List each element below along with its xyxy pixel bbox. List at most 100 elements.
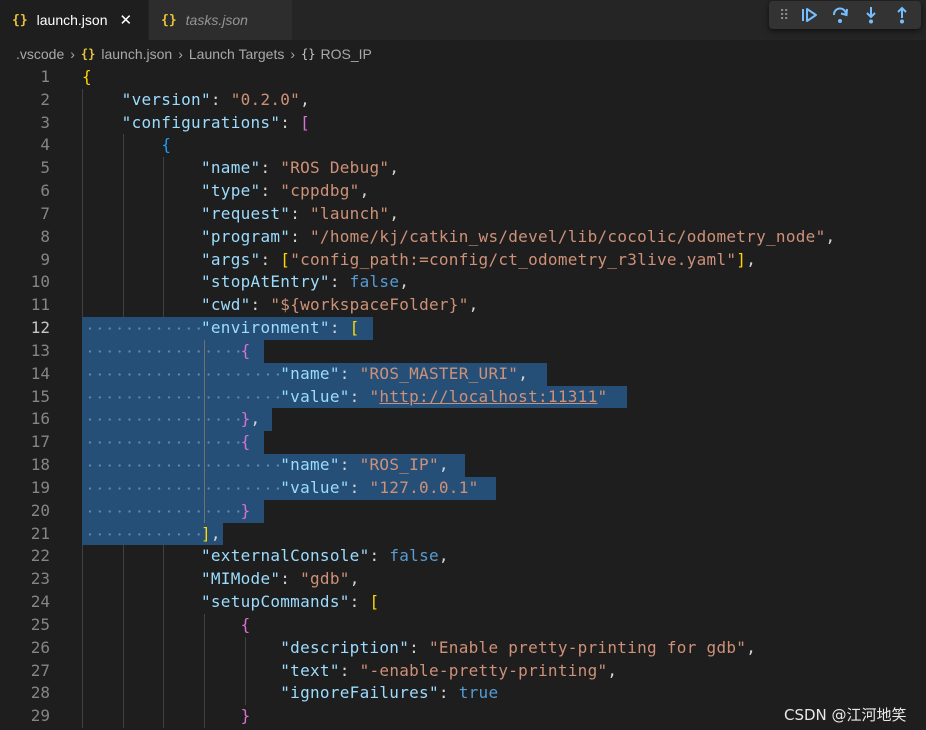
line-number: 10: [30, 272, 50, 292]
step-out-button[interactable]: [886, 1, 917, 29]
tab-label: launch.json: [36, 12, 108, 28]
step-out-icon: [896, 6, 907, 24]
breadcrumb-file[interactable]: launch.json: [101, 46, 172, 62]
code-line[interactable]: 20 }: [0, 499, 926, 523]
code-text: "stopAtEntry": false,: [82, 271, 409, 294]
continue-icon: [801, 8, 817, 22]
line-number: 24: [30, 592, 50, 612]
code-text: },: [82, 408, 261, 431]
code-token: "value": [280, 477, 350, 497]
code-token: :: [438, 683, 459, 703]
code-line[interactable]: 28 "ignoreFailures": true: [0, 682, 926, 706]
code-text: "setupCommands": [: [82, 591, 379, 614]
code-line[interactable]: 15 "value": "http://localhost:11311": [0, 385, 926, 409]
code-token: false: [389, 546, 439, 566]
line-number: 20: [30, 500, 50, 520]
line-number: 13: [30, 340, 50, 360]
code-token: :: [250, 295, 271, 315]
code-line[interactable]: 26 "description": "Enable pretty-printin…: [0, 636, 926, 660]
code-line[interactable]: 17 {: [0, 431, 926, 455]
tab-launch-json[interactable]: {} launch.json ✕: [0, 0, 148, 40]
code-token: "configurations": [121, 112, 281, 132]
tab-tasks-json[interactable]: {} tasks.json: [148, 0, 292, 40]
code-line[interactable]: 25 {: [0, 613, 926, 637]
code-line[interactable]: 10 "stopAtEntry": false,: [0, 271, 926, 295]
line-number: 14: [30, 363, 50, 383]
breadcrumb: .vscode › {} launch.json › Launch Target…: [0, 40, 926, 68]
drag-grip-icon[interactable]: ⠿: [779, 7, 793, 24]
line-number: 7: [40, 203, 50, 223]
code-token: }: [240, 500, 251, 520]
line-number: 19: [30, 477, 50, 497]
code-text: "MIMode": "gdb",: [82, 568, 360, 591]
code-text: "name": "ROS_IP",: [82, 454, 449, 477]
code-token: :: [260, 181, 281, 201]
code-token: "gdb": [300, 569, 350, 589]
code-token: :: [260, 158, 281, 178]
code-line[interactable]: 23 "MIMode": "gdb",: [0, 568, 926, 592]
code-line[interactable]: 27 "text": "-enable-pretty-printing",: [0, 659, 926, 683]
code-line[interactable]: 9 "args": ["config_path:=config/ct_odome…: [0, 248, 926, 272]
code-line[interactable]: 2 "version": "0.2.0",: [0, 88, 926, 112]
json-file-icon: {}: [80, 47, 96, 61]
code-line[interactable]: 3 "configurations": [: [0, 111, 926, 135]
code-token: "ROS_MASTER_URI": [359, 363, 519, 383]
code-token: "description": [280, 637, 410, 657]
code-token: ,: [349, 569, 360, 589]
line-number: 18: [30, 455, 50, 475]
code-token: "name": [280, 363, 340, 383]
line-number: 12: [30, 318, 50, 338]
code-token: "0.2.0": [230, 89, 301, 109]
code-line[interactable]: 22 "externalConsole": false,: [0, 545, 926, 569]
line-number: 8: [40, 226, 50, 246]
code-line[interactable]: 8 "program": "/home/kj/catkin_ws/devel/l…: [0, 225, 926, 249]
code-line[interactable]: 11 "cwd": "${workspaceFolder}",: [0, 294, 926, 318]
line-number: 26: [30, 637, 50, 657]
step-into-button[interactable]: [855, 1, 886, 29]
breadcrumb-folder[interactable]: .vscode: [16, 46, 64, 62]
code-token: [: [280, 249, 291, 269]
line-number: 29: [30, 706, 50, 726]
code-token: :: [260, 249, 281, 269]
code-line[interactable]: 7 "request": "launch",: [0, 202, 926, 226]
code-token: "request": [200, 203, 291, 223]
code-text: "name": "ROS Debug",: [82, 157, 399, 180]
code-editor[interactable]: 1{2 "version": "0.2.0", 3 "configurations…: [0, 66, 926, 730]
code-text: ],: [82, 523, 221, 546]
code-text: }: [82, 705, 251, 728]
code-token: :: [409, 637, 429, 657]
code-line[interactable]: 21 ],: [0, 522, 926, 546]
line-number: 21: [30, 523, 50, 543]
code-token: ,: [518, 363, 529, 383]
code-token: :: [290, 203, 311, 223]
step-over-icon: [832, 7, 848, 23]
code-token: ,: [210, 523, 221, 543]
code-line[interactable]: 6 "type": "cppdbg",: [0, 180, 926, 203]
code-token: "ROS_IP": [359, 455, 439, 475]
code-line[interactable]: 4 {: [0, 134, 926, 158]
code-line[interactable]: 1{: [0, 66, 926, 89]
breadcrumb-item[interactable]: ROS_IP: [320, 46, 371, 62]
code-text: "args": ["config_path:=config/ct_odometr…: [82, 249, 756, 272]
code-text: "environment": [: [82, 317, 360, 340]
code-line[interactable]: 16 },: [0, 408, 926, 432]
continue-button[interactable]: [793, 1, 824, 29]
tab-label: tasks.json: [185, 12, 248, 28]
code-token: :: [339, 363, 360, 383]
code-token: :: [280, 112, 301, 132]
code-line[interactable]: 19 "value": "127.0.0.1": [0, 476, 926, 500]
code-line[interactable]: 14 "name": "ROS_MASTER_URI",: [0, 362, 926, 386]
line-number: 22: [30, 546, 50, 566]
code-text: "type": "cppdbg",: [82, 180, 370, 203]
object-symbol-icon: {}: [301, 47, 316, 61]
code-line[interactable]: 5 "name": "ROS Debug",: [0, 157, 926, 181]
code-line[interactable]: 12 "environment": [: [0, 317, 926, 340]
code-line[interactable]: 18 "name": "ROS_IP",: [0, 454, 926, 477]
close-icon[interactable]: ✕: [119, 11, 132, 29]
code-token: "externalConsole": [200, 546, 370, 566]
step-over-button[interactable]: [824, 1, 855, 29]
code-line[interactable]: 13 {: [0, 339, 926, 363]
code-token: "text": [280, 660, 340, 680]
code-line[interactable]: 24 "setupCommands": [: [0, 591, 926, 614]
breadcrumb-section[interactable]: Launch Targets: [189, 46, 284, 62]
